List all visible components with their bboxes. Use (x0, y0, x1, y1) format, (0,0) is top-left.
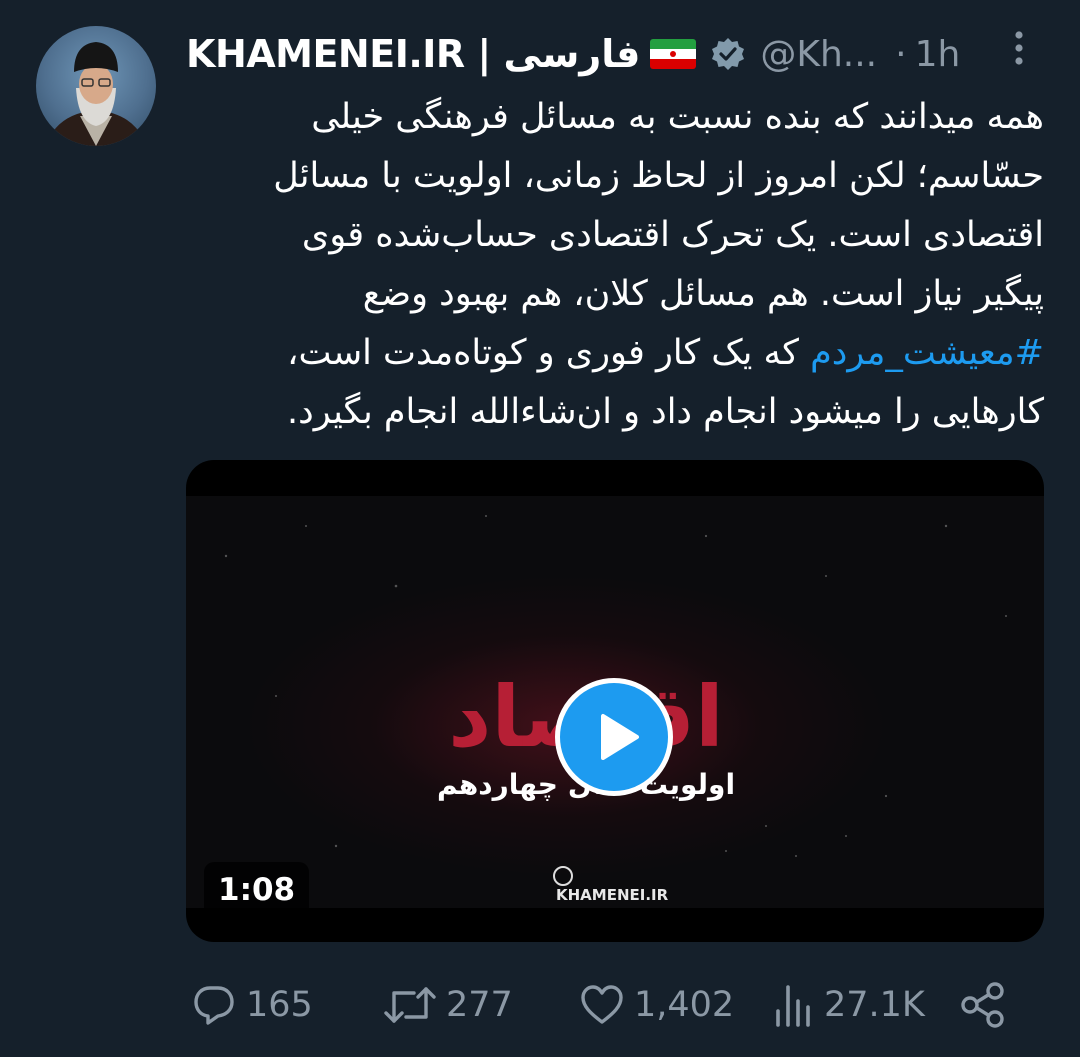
more-vertical-icon[interactable] (1004, 28, 1034, 68)
separator-dot: · (895, 33, 907, 75)
play-button[interactable] (555, 678, 673, 796)
views-count: 27.1K (824, 985, 925, 1025)
tweet-text: همه میدانند که بنده نسبت به مسائل فرهنگی… (186, 88, 1044, 442)
tweet-text-line: پیگیر نیاز است. هم مسائل کلان، هم بهبود … (362, 274, 1044, 314)
like-icon (581, 985, 623, 1024)
tweet-text-line: حسّاسم؛ لکن امروز از لحاظ زمانی، اولویت … (273, 156, 1044, 196)
share-icon (961, 982, 1004, 1028)
video-thumbnail: اقتصاد اولویت سال چهاردهم KHAMENEI.IR (186, 496, 1044, 908)
watermark-logo-icon (553, 866, 573, 886)
tweet-header: KHAMENEI.IR | فارسی @Kh... · 1h (186, 26, 1046, 82)
reply-count: 165 (246, 985, 313, 1025)
verified-badge-icon[interactable] (710, 36, 746, 72)
iran-flag-icon (650, 39, 697, 69)
video-duration: 1:08 (204, 862, 310, 918)
timestamp[interactable]: 1h (915, 34, 961, 75)
avatar-image (46, 42, 146, 146)
hashtag-link[interactable]: #معیشت_مردم (810, 333, 1044, 373)
views-button[interactable]: 27.1K (772, 978, 925, 1032)
reply-button[interactable]: 165 (190, 978, 313, 1032)
tweet[interactable]: KHAMENEI.IR | فارسی @Kh... · 1h همه میدا… (0, 0, 1080, 1057)
display-name[interactable]: KHAMENEI.IR | فارسی (186, 32, 641, 76)
retweet-icon (384, 987, 436, 1023)
retweet-count: 277 (446, 985, 513, 1025)
video-player[interactable]: اقتصاد اولویت سال چهاردهم KHAMENEI.IR 1:… (186, 460, 1044, 942)
retweet-button[interactable]: 277 (382, 978, 513, 1032)
views-icon (776, 985, 810, 1027)
like-count: 1,402 (634, 985, 735, 1025)
tweet-text-line: کارهایی را میشود انجام داد و ان‌شاءالله … (287, 392, 1044, 432)
avatar[interactable] (36, 26, 156, 146)
tweet-text-line: همه میدانند که بنده نسبت به مسائل فرهنگی… (311, 97, 1044, 137)
tweet-text-line-with-hashtag: #معیشت_مردم که یک کار فوری و کوتاه‌مدت ا… (186, 324, 1044, 383)
handle[interactable]: @Kh... (760, 34, 877, 75)
share-button[interactable] (958, 978, 1008, 1032)
tweet-text-line: اقتصادی است. یک تحرک اقتصادی حساب‌شده قو… (301, 215, 1044, 255)
reply-icon (194, 986, 234, 1025)
play-icon (601, 714, 639, 760)
like-button[interactable]: 1,402 (578, 978, 734, 1032)
tweet-text-fragment: که یک کار فوری و کوتاه‌مدت است، (287, 333, 811, 373)
video-watermark: KHAMENEI.IR (556, 886, 669, 904)
